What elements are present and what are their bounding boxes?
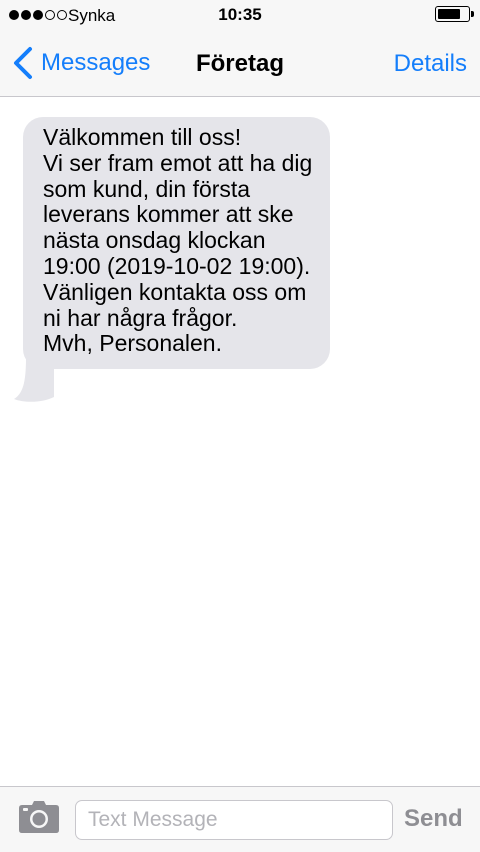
message-incoming: Välkommen till oss! Vi ser fram emot att… [14, 117, 330, 402]
send-button[interactable]: Send [404, 805, 463, 833]
battery-icon [435, 6, 470, 22]
battery-level [438, 9, 460, 19]
status-time: 10:35 [218, 5, 262, 24]
camera-icon[interactable] [19, 801, 59, 833]
conversation-title: Företag [195, 50, 284, 77]
status-bar: Synka 10:35 [0, 0, 480, 30]
back-button-label: Messages [41, 49, 151, 76]
details-button[interactable]: Details [394, 50, 467, 78]
message-input[interactable] [75, 800, 393, 840]
back-button[interactable]: Messages [10, 46, 150, 80]
battery-tip [471, 11, 474, 17]
message-thread[interactable]: Välkommen till oss! Vi ser fram emot att… [0, 98, 480, 786]
chevron-left-icon [14, 47, 32, 79]
compose-bar: Send [0, 786, 480, 852]
message-bubble[interactable]: Välkommen till oss! Vi ser fram emot att… [23, 117, 330, 370]
navigation-bar: Messages Företag Details [0, 30, 480, 97]
